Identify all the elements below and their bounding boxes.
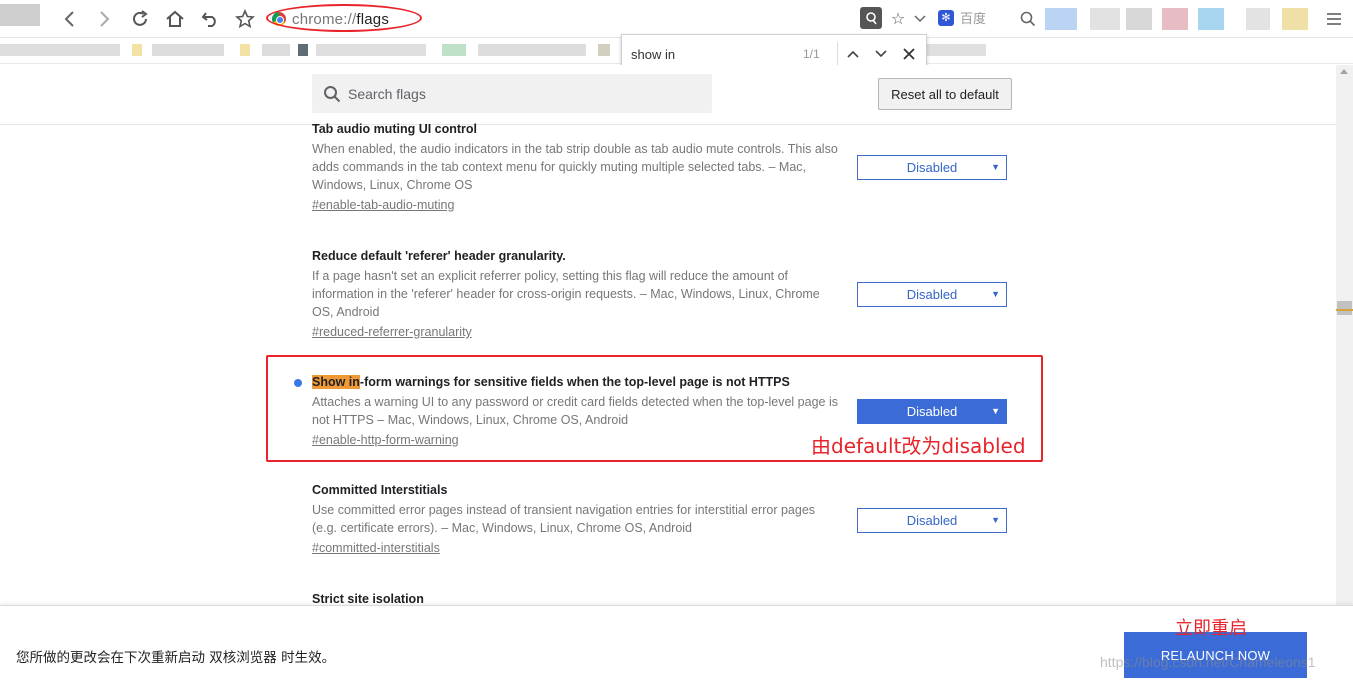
experiment-description: When enabled, the audio indicators in th… (312, 142, 838, 192)
baidu-paw-icon: ✻ (938, 9, 954, 26)
blurred-extension[interactable] (1198, 8, 1224, 30)
blurred-extension[interactable] (1126, 8, 1152, 30)
search-flags-input[interactable]: Search flags (312, 74, 712, 113)
page-scrollbar[interactable] (1336, 65, 1353, 605)
dropdown-arrow-icon: ▼ (991, 289, 1000, 299)
back-button[interactable] (58, 7, 82, 31)
blurred-bookmark[interactable] (240, 44, 250, 56)
experiment-select[interactable]: Disabled ▼ (857, 282, 1007, 307)
bookmark-star-button[interactable] (233, 7, 257, 31)
reader-button[interactable] (860, 7, 882, 29)
find-close-button[interactable] (896, 41, 922, 67)
blurred-bookmark[interactable] (298, 44, 308, 56)
find-input[interactable]: show in (631, 47, 781, 62)
experiment-tab-audio-muting: Tab audio muting UI control When enabled… (312, 120, 1012, 214)
find-next-button[interactable] (868, 41, 894, 67)
blurred-bookmark[interactable] (316, 44, 426, 56)
reload-button[interactable] (128, 7, 152, 31)
blurred-bookmark[interactable] (262, 44, 290, 56)
forward-button[interactable] (92, 7, 116, 31)
menu-button[interactable] (1322, 7, 1346, 31)
scroll-up-arrow-icon[interactable] (1340, 69, 1348, 74)
find-separator (837, 42, 838, 66)
experiment-committed-interstitials: Committed Interstitials Use committed er… (312, 481, 1012, 557)
blurred-bookmark[interactable] (152, 44, 224, 56)
chevron-down-icon (914, 15, 926, 23)
reset-all-button[interactable]: Reset all to default (878, 78, 1012, 110)
home-button[interactable] (163, 7, 187, 31)
watermark: https://blog.csdn.net/Chameleons1 (1100, 654, 1316, 670)
experiment-title: Reduce default 'referer' header granular… (312, 249, 566, 263)
blurred-extension[interactable] (1282, 8, 1308, 30)
experiment-select[interactable]: Disabled ▼ (857, 155, 1007, 180)
reader-icon (866, 12, 877, 25)
search-engine-box[interactable]: ✻ 百度 (938, 8, 986, 27)
favorite-button[interactable]: ☆ (886, 7, 910, 31)
experiment-title: Tab audio muting UI control (312, 122, 478, 136)
reload-icon (133, 10, 148, 26)
dropdown-arrow-icon: ▼ (991, 515, 1000, 525)
annotation-changed-note: 由default改为disabled (811, 434, 1026, 458)
hamburger-menu-icon (1327, 13, 1341, 25)
dropdown-button[interactable] (908, 7, 932, 31)
find-previous-button[interactable] (840, 41, 866, 67)
chevron-up-icon (847, 50, 859, 58)
home-icon (166, 10, 184, 27)
forward-icon (100, 11, 110, 27)
browser-toolbar: chrome://flags ☆ ✻ 百度 (0, 0, 1353, 38)
search-icon (1020, 11, 1036, 27)
flags-header: Search flags Reset all to default (0, 65, 1336, 125)
blurred-bookmark[interactable] (926, 44, 986, 56)
experiment-link[interactable]: #committed-interstitials (312, 539, 440, 557)
search-icon (322, 84, 342, 104)
select-value: Disabled (906, 287, 958, 302)
back-icon (64, 11, 74, 27)
blurred-extension[interactable] (1090, 8, 1120, 30)
experiment-link[interactable]: #enable-tab-audio-muting (312, 196, 454, 214)
scroll-thumb[interactable] (1337, 301, 1352, 315)
blurred-bookmark[interactable] (442, 44, 466, 56)
relaunch-message: 您所做的更改会在下次重新启动 双核浏览器 时生效。 (16, 650, 336, 666)
experiment-description: If a page hasn't set an explicit referre… (312, 269, 820, 319)
experiment-description: Use committed error pages instead of tra… (312, 503, 816, 535)
blurred-bookmark[interactable] (0, 44, 120, 56)
star-icon (235, 9, 255, 29)
annotation-relaunch-note: 立即重启 (1175, 618, 1247, 639)
star-outline-icon: ☆ (890, 11, 906, 28)
blurred-bookmark[interactable] (478, 44, 586, 56)
select-value: Disabled (906, 160, 958, 175)
find-match-count: 1/1 (803, 47, 820, 61)
undo-close-button[interactable] (198, 7, 222, 31)
search-engine-name: 百度 (960, 11, 987, 26)
blurred-tab (0, 4, 40, 26)
search-button[interactable] (1016, 7, 1040, 31)
relaunch-bar: 您所做的更改会在下次重新启动 双核浏览器 时生效。 RELAUNCH NOW h… (0, 605, 1353, 683)
experiment-title: Committed Interstitials (312, 483, 448, 497)
url-highlight-circle (266, 4, 422, 32)
blurred-bookmark[interactable] (132, 44, 142, 56)
undo-icon (201, 12, 216, 27)
blurred-extension[interactable] (1162, 8, 1188, 30)
blurred-bookmark[interactable] (598, 44, 610, 56)
experiment-select[interactable]: Disabled ▼ (857, 508, 1007, 533)
chevron-down-icon (875, 50, 887, 58)
search-flags-placeholder: Search flags (348, 85, 426, 102)
close-icon (903, 48, 915, 60)
dropdown-arrow-icon: ▼ (991, 162, 1000, 172)
blurred-extension[interactable] (1045, 8, 1077, 30)
find-match-marker (1336, 309, 1353, 311)
blurred-extension[interactable] (1246, 8, 1270, 30)
experiment-referrer-granularity: Reduce default 'referer' header granular… (312, 247, 1012, 341)
experiment-link[interactable]: #reduced-referrer-granularity (312, 323, 472, 341)
select-value: Disabled (906, 513, 958, 528)
